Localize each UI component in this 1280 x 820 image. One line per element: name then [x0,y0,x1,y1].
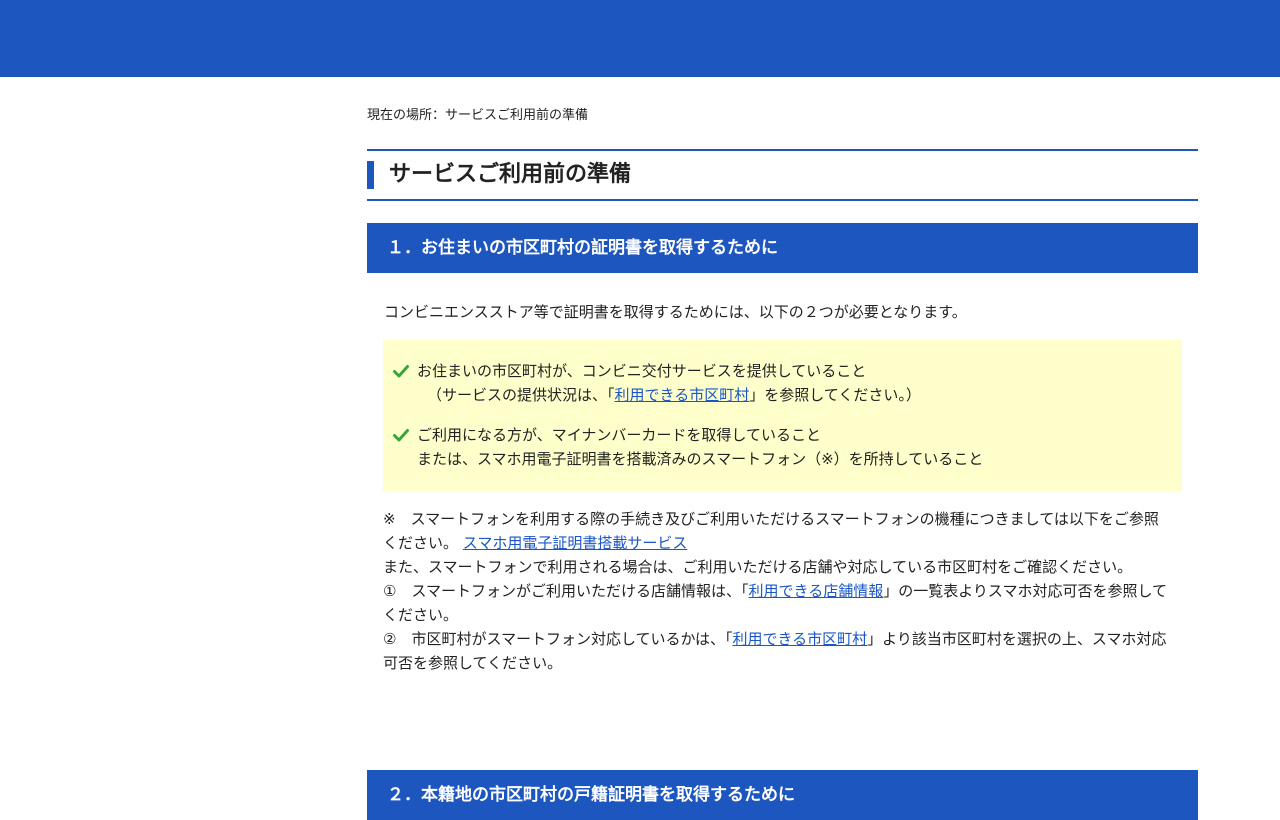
breadcrumb: 現在の場所：サービスご利用前の準備 [367,107,588,125]
smartphone-notes: ※ スマートフォンを利用する際の手続き及びご利用いただけるスマートフォンの機種に… [383,507,1173,675]
requirement-subtext: または、スマホ用電子証明書を搭載済みのスマートフォン（※）を所持していること [417,450,984,468]
requirement-text: ご利用になる方が、マイナンバーカードを取得していること [417,426,821,444]
breadcrumb-current: サービスご利用前の準備 [445,108,589,123]
note-store-info: ① スマートフォンがご利用いただける店舗情報は、「利用できる店舗情報」の一覧表よ… [383,579,1173,627]
requirement-subtext-after: 」を参照してください。） [749,386,921,404]
breadcrumb-prefix: 現在の場所： [367,108,446,123]
site-header-bar [0,0,1280,77]
note-confirm-stores: また、スマートフォンで利用される場合は、ご利用いただける店舗や対応している市区町… [383,558,1133,576]
requirement-subtext-before: （サービスの提供状況は、「 [427,386,615,404]
check-icon [393,365,409,378]
page-title: サービスご利用前の準備 [389,162,632,187]
page-title-box: サービスご利用前の準備 [367,149,1198,201]
requirement-text: お住まいの市区町村が、コンビニ交付サービスを提供していること [417,362,867,380]
note-text: ② 市区町村がスマートフォン対応しているかは、「 [383,630,733,648]
requirement-subtext: （サービスの提供状況は、「利用できる市区町村」を参照してください。） [417,383,921,407]
available-municipalities-link[interactable]: 利用できる市区町村 [615,386,750,404]
smartphone-certificate-service-link[interactable]: スマホ用電子証明書搭載サービス [463,534,688,552]
section-2-header: ２．本籍地の市区町村の戸籍証明書を取得するために [367,770,1198,820]
available-municipalities-link-2[interactable]: 利用できる市区町村 [732,630,867,648]
note-municipality-support: ② 市区町村がスマートフォン対応しているかは、「利用できる市区町村」より該当市区… [383,627,1173,675]
section-1-header: １．お住まいの市区町村の証明書を取得するために [367,223,1198,273]
section-1-intro: コンビニエンスストア等で証明書を取得するためには、以下の２つが必要となります。 [384,303,967,321]
title-accent-bar [367,161,374,189]
section-2-title: ２．本籍地の市区町村の戸籍証明書を取得するために [387,785,795,805]
check-icon [393,429,409,442]
note-text: ① スマートフォンがご利用いただける店舗情報は、「 [383,582,749,600]
available-stores-link[interactable]: 利用できる店舗情報 [749,582,884,600]
section-1-title: １．お住まいの市区町村の証明書を取得するために [387,238,778,258]
note-smartphone-procedure: ※ スマートフォンを利用する際の手続き及びご利用いただけるスマートフォンの機種に… [383,507,1173,555]
requirements-box: お住まいの市区町村が、コンビニ交付サービスを提供していること （サービスの提供状… [383,340,1182,491]
